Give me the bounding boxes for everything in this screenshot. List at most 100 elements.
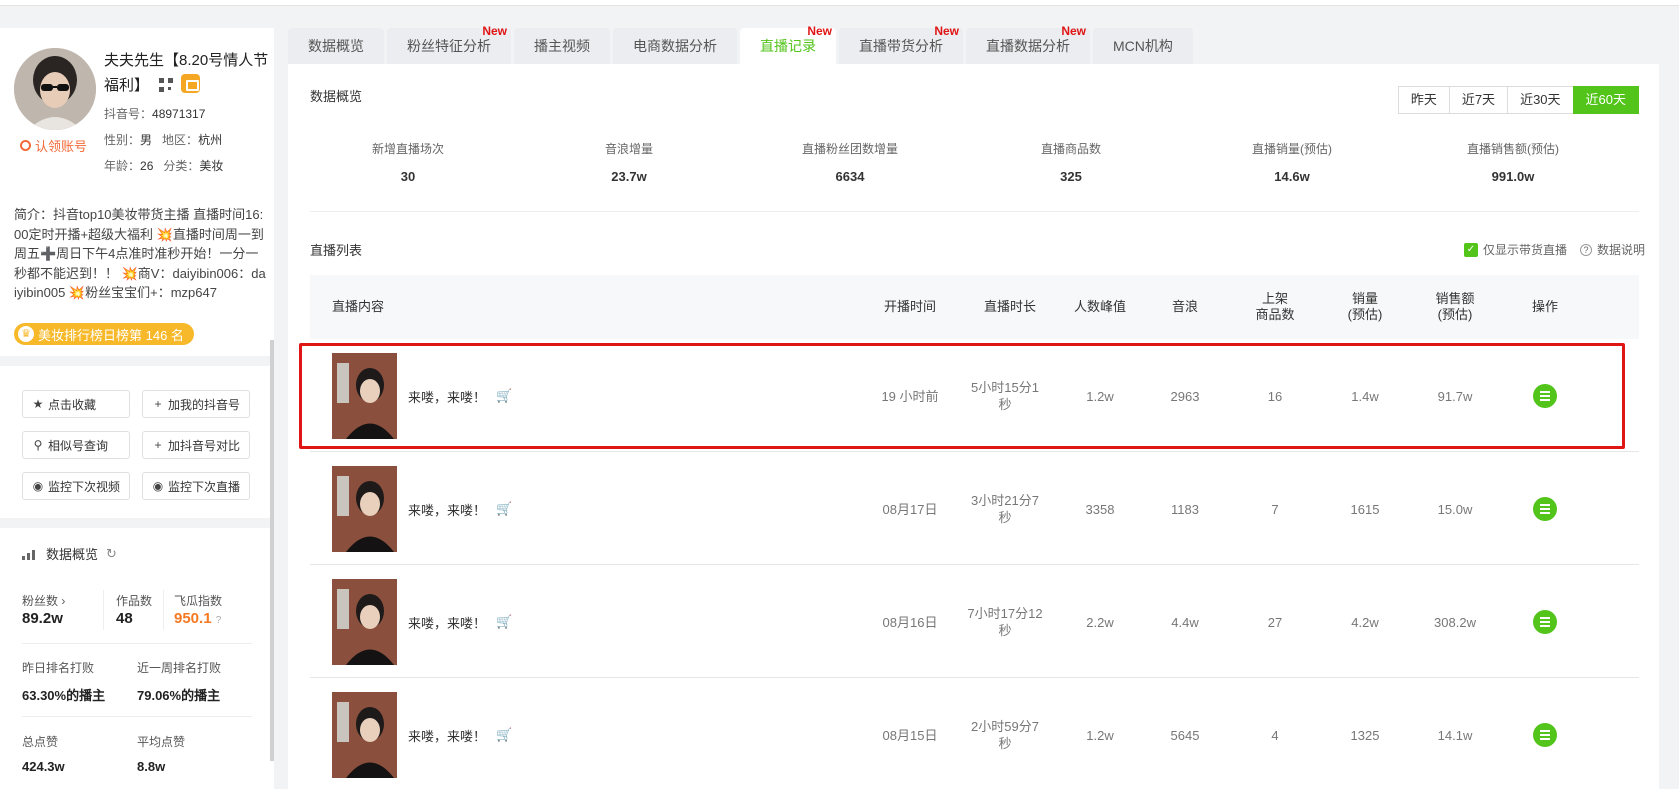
- chart-icon: [22, 548, 38, 560]
- claim-icon: [20, 140, 31, 151]
- col-sales: 销量 (预估): [1347, 291, 1383, 322]
- divider: [0, 356, 270, 366]
- detail-icon[interactable]: [1533, 384, 1557, 408]
- tab-overview[interactable]: 数据概览: [288, 28, 384, 64]
- side-overview-title: 数据概览 ↻: [22, 544, 117, 563]
- tab-videos[interactable]: 播主视频: [514, 28, 610, 64]
- detail-icon[interactable]: [1533, 610, 1557, 634]
- cart-icon: 🛒: [496, 727, 513, 742]
- tab-live-sales[interactable]: 直播带货分析 New: [839, 24, 963, 64]
- kpi-fan-club: 直播粉丝团数增量 6634: [801, 142, 898, 184]
- yinlang: 1183: [1171, 501, 1199, 517]
- live-thumbnail[interactable]: [332, 466, 397, 552]
- plus-icon: +: [154, 438, 162, 452]
- eye-icon: ◉: [32, 479, 44, 493]
- profile-intro: 简介：抖音top10美妆带货主播 直播时间16:00定时开播+超级大福利 💥直播…: [14, 207, 266, 300]
- yinlang: 2963: [1170, 388, 1200, 404]
- data-explain-link[interactable]: 数据说明: [1597, 241, 1645, 258]
- claim-account-link[interactable]: 认领账号: [20, 136, 87, 155]
- goods: 27: [1267, 614, 1283, 630]
- revenue: 91.7w: [1437, 388, 1473, 404]
- qr-code-icon[interactable]: [159, 78, 174, 92]
- table-row[interactable]: 来喽，来喽！ 🛒 08月17日 3小时21分7秒 3358 1183 7 1615…: [310, 453, 1639, 565]
- tab-fans-analysis[interactable]: 粉丝特征分析 New: [387, 24, 511, 64]
- duration: 7小时17分12秒: [967, 606, 1043, 638]
- live-title[interactable]: 来喽，来喽！ 🛒: [408, 679, 512, 789]
- add-mine-button[interactable]: + 加我的抖音号: [142, 390, 250, 418]
- start-time: 08月17日: [882, 501, 938, 517]
- avatar: [14, 48, 96, 130]
- goods: 16: [1267, 388, 1283, 404]
- live-thumbnail[interactable]: [332, 692, 397, 778]
- duration: 3小时21分7秒: [971, 493, 1039, 525]
- monitor-live-button[interactable]: ◉ 监控下次直播: [142, 472, 250, 500]
- total-likes-value: 424.3w: [22, 759, 65, 774]
- range-yesterday[interactable]: 昨天: [1397, 86, 1450, 114]
- divider: [103, 590, 104, 630]
- table-row[interactable]: 来喽，来喽！ 🛒 08月15日 2小时59分7秒 1.2w 5645 4 1325…: [310, 679, 1639, 789]
- tab-ecommerce[interactable]: 电商数据分析: [613, 28, 737, 64]
- detail-icon[interactable]: [1533, 723, 1557, 747]
- sales: 1615: [1350, 501, 1380, 517]
- compare-button[interactable]: + 加抖音号对比: [142, 431, 250, 459]
- new-badge: New: [934, 24, 959, 38]
- works-value: 48: [116, 610, 133, 627]
- rank-badge-label: 美妆排行榜日榜第 146 名: [38, 327, 184, 343]
- cart-icon: 🛒: [496, 614, 513, 629]
- range-30d[interactable]: 近30天: [1507, 86, 1574, 114]
- avg-likes-value: 8.8w: [137, 759, 166, 774]
- detail-icon[interactable]: [1533, 497, 1557, 521]
- help-icon: ?: [1579, 243, 1592, 256]
- help-icon: ?: [215, 615, 222, 626]
- live-title[interactable]: 来喽，来喽！ 🛒: [408, 566, 512, 678]
- main-panel: 数据概览 昨天 近7天 近30天 近60天 新增直播场次 30 音浪增量 23.7w…: [288, 64, 1659, 789]
- col-actions: 操作: [1531, 299, 1558, 314]
- divider: [0, 518, 270, 528]
- favorite-button[interactable]: ★ 点击收藏: [22, 390, 130, 418]
- tab-mcn[interactable]: MCN机构: [1093, 28, 1193, 64]
- checkbox-icon[interactable]: ✓: [1463, 242, 1478, 257]
- col-goods: 上架 商品数: [1255, 291, 1295, 322]
- new-badge: New: [807, 24, 832, 38]
- range-60d[interactable]: 近60天: [1572, 86, 1639, 114]
- rank-badge[interactable]: ♛ 美妆排行榜日榜第 146 名: [14, 323, 194, 345]
- live-thumbnail[interactable]: [332, 579, 397, 665]
- col-duration: 直播时长: [983, 299, 1036, 314]
- new-badge: New: [482, 24, 507, 38]
- duration: 2小时59分7秒: [971, 719, 1039, 751]
- col-content: 直播内容: [332, 299, 385, 314]
- gender-region: 性别：男 地区：杭州: [104, 133, 223, 147]
- eye-icon: ◉: [152, 479, 164, 493]
- divider: [163, 590, 164, 630]
- col-start: 开播时间: [883, 299, 936, 314]
- live-title[interactable]: 来喽，来喽！ 🛒: [408, 340, 512, 452]
- yesterday-rank-value: 63.30%的播主: [22, 688, 106, 703]
- start-time: 19 小时前: [881, 388, 939, 404]
- cart-icon: 🛒: [496, 501, 513, 516]
- refresh-icon[interactable]: ↻: [106, 546, 117, 562]
- table-row[interactable]: 来喽，来喽！ 🛒 19 小时前 5小时15分1秒 1.2w 2963 16 1.4…: [310, 340, 1639, 452]
- sales: 4.2w: [1351, 614, 1379, 630]
- duration: 5小时15分1秒: [971, 380, 1039, 412]
- week-rank-label: 近一周排名打败: [137, 661, 222, 675]
- tab-live-data[interactable]: 直播数据分析 New: [966, 24, 1090, 64]
- live-title[interactable]: 来喽，来喽！ 🛒: [408, 453, 512, 565]
- sidebar-scrollbar[interactable]: [270, 340, 274, 761]
- fans-label[interactable]: 粉丝数 ›: [22, 592, 65, 609]
- table-row[interactable]: 来喽，来喽！ 🛒 08月16日 7小时17分12秒 2.2w 4.4w 27 4.…: [310, 566, 1639, 678]
- crown-icon: ♛: [18, 326, 34, 342]
- kpi-goods: 直播商品数 325: [1040, 142, 1101, 184]
- revenue: 15.0w: [1437, 501, 1473, 517]
- monitor-video-button[interactable]: ◉ 监控下次视频: [22, 472, 130, 500]
- range-7d[interactable]: 近7天: [1448, 86, 1509, 114]
- index-value: 950.1 ?: [174, 610, 222, 627]
- shop-icon[interactable]: [181, 74, 201, 93]
- similar-search-button[interactable]: ⚲ 相似号查询: [22, 431, 130, 459]
- new-badge: New: [1061, 24, 1086, 38]
- yinlang: 5645: [1170, 727, 1200, 743]
- live-thumbnail[interactable]: [332, 353, 397, 439]
- kpi-revenue: 直播销售额(预估) 991.0w: [1467, 142, 1559, 184]
- goods: 4: [1271, 727, 1279, 743]
- tab-live-records[interactable]: 直播记录 New: [740, 24, 836, 64]
- only-sales-label[interactable]: 仅显示带货直播: [1483, 241, 1567, 258]
